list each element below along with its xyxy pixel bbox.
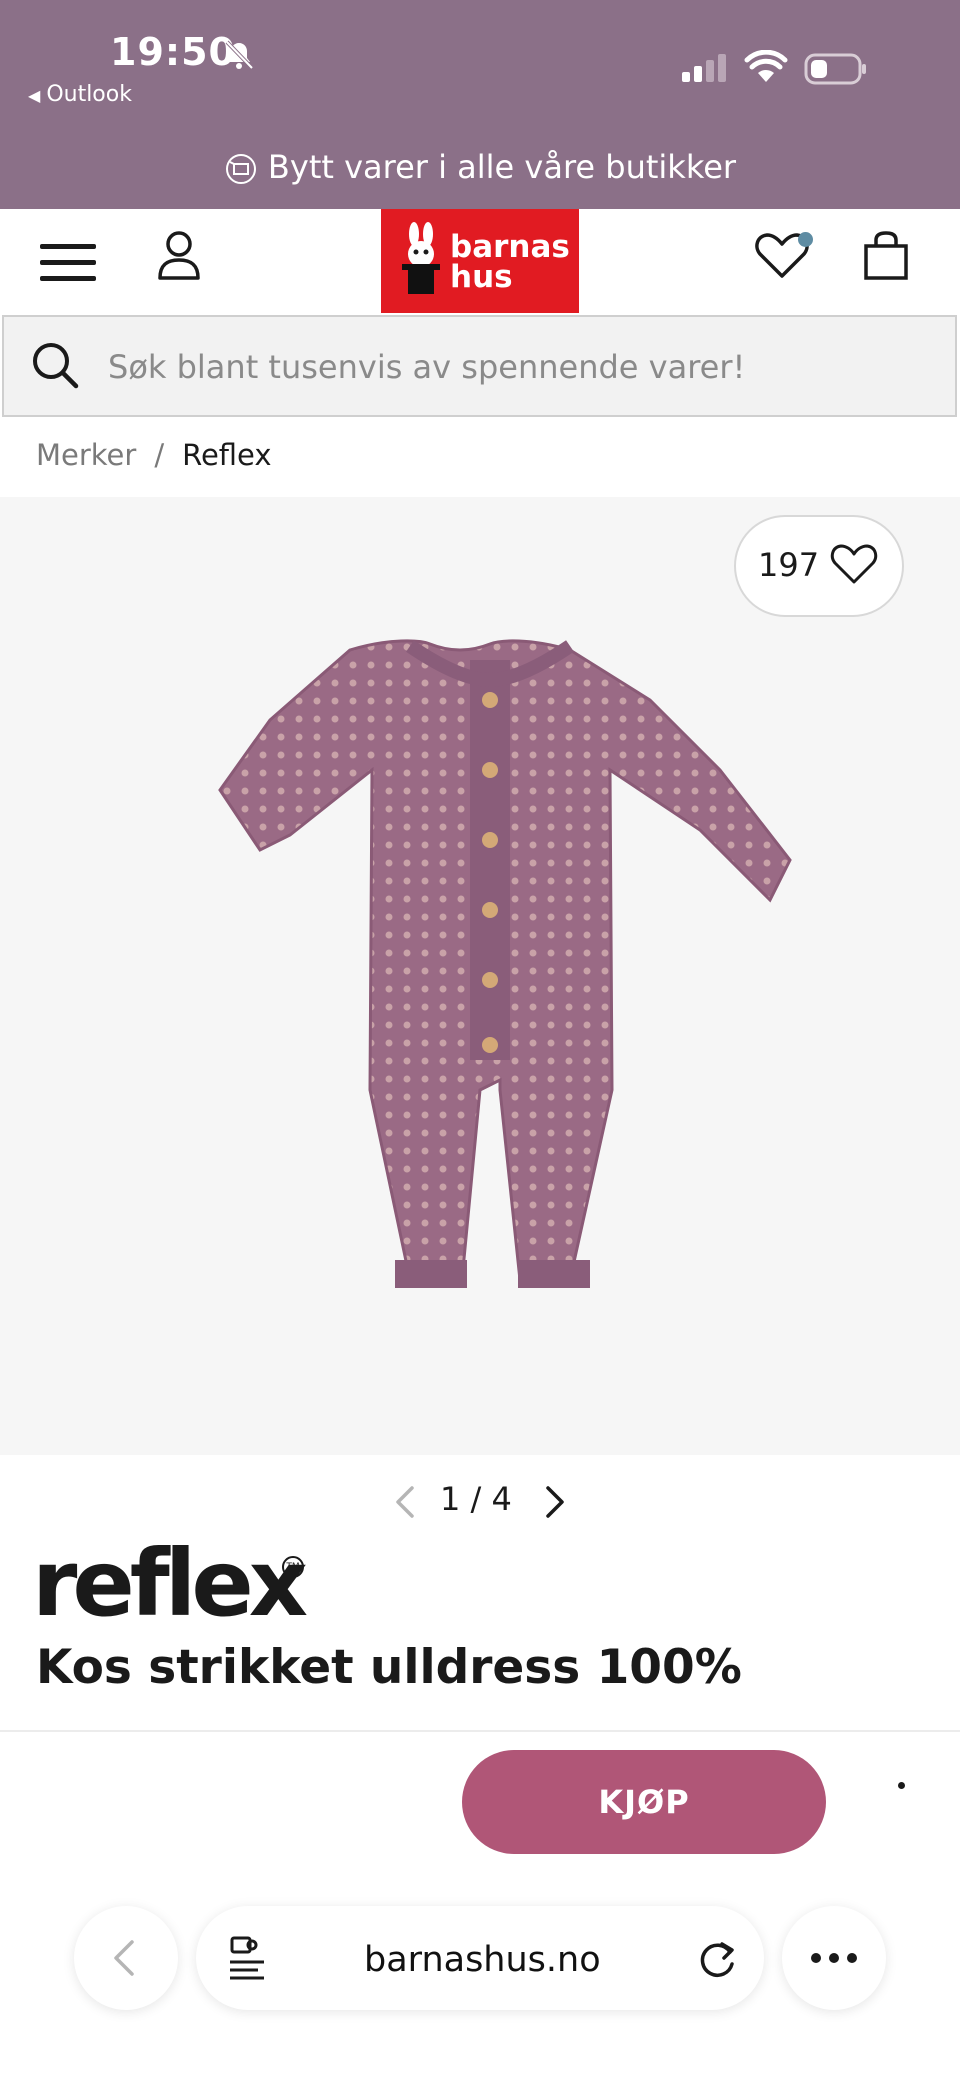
back-app-label: Outlook (46, 82, 132, 107)
exchange-icon (225, 154, 256, 184)
chevron-left-icon (114, 1940, 134, 1976)
reload-icon[interactable] (694, 1934, 740, 1984)
browser-url: barnashus.no (364, 1940, 601, 1980)
buy-button[interactable]: KJØP (462, 1750, 826, 1854)
product-title: Kos strikket ulldress 100% (36, 1640, 742, 1695)
bell-off-icon (225, 40, 254, 70)
wishlist-badge (798, 232, 813, 247)
search-icon (33, 343, 79, 389)
search-input[interactable] (106, 336, 930, 398)
bunny-logo-icon (402, 222, 440, 294)
heart-icon (830, 544, 878, 584)
battery-icon (804, 53, 866, 85)
dot-indicator (898, 1782, 905, 1789)
breadcrumb: Merker / Reflex (36, 438, 272, 472)
trademark-mark: TM (282, 1556, 304, 1578)
signal-icon (682, 54, 726, 82)
product-image (218, 639, 792, 1288)
logo-line-2: hus (450, 259, 513, 295)
chevron-left-icon[interactable] (390, 1482, 420, 1522)
logo-text: barnas hus (450, 229, 570, 295)
chevron-right-icon[interactable] (540, 1482, 570, 1522)
browser-more-button[interactable] (782, 1906, 886, 2010)
divider (0, 1730, 960, 1732)
logo-line-1: barnas (450, 229, 570, 265)
like-count: 197 (758, 546, 820, 584)
breadcrumb-reflex[interactable]: Reflex (182, 438, 271, 472)
puzzle-icon[interactable] (228, 1932, 268, 1984)
back-triangle-icon: ◀ (28, 86, 41, 105)
browser-back-button[interactable] (74, 1906, 178, 2010)
clock: 19:50 (110, 30, 236, 74)
back-to-app[interactable]: ◀ Outlook (28, 82, 132, 107)
wifi-icon (744, 50, 788, 82)
promo-banner: Bytt varer i alle våre butikker (0, 148, 960, 198)
breadcrumb-separator: / (154, 438, 165, 472)
brand-logo[interactable]: reflex (32, 1530, 308, 1637)
breadcrumb-merker[interactable]: Merker (36, 438, 136, 472)
menu-icon[interactable] (40, 242, 96, 284)
more-icon (811, 1953, 857, 1963)
user-icon[interactable] (156, 230, 202, 282)
bag-icon[interactable] (862, 230, 910, 282)
image-pager: 1 / 4 (440, 1480, 512, 1518)
promo-text: Bytt varer i alle våre butikker (267, 148, 737, 186)
